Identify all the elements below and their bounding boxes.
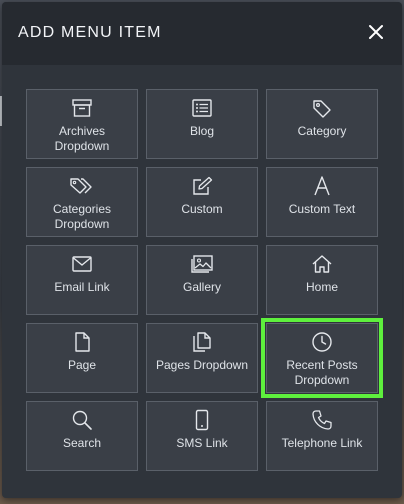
tile-custom[interactable]: Custom <box>146 167 258 237</box>
copy-documents-icon <box>193 332 211 352</box>
tile-label: Pages Dropdown <box>155 358 249 372</box>
tile-label: Blog <box>189 124 215 138</box>
tile-label: Page <box>67 358 97 372</box>
tile-label: Recent Posts Dropdown <box>286 358 358 387</box>
list-icon <box>192 99 212 117</box>
tile-archives-dropdown[interactable]: Archives Dropdown <box>26 89 138 159</box>
tags-icon <box>70 178 92 194</box>
tile-label: Email Link <box>54 280 110 294</box>
tile-label: Categories Dropdown <box>52 202 112 231</box>
archive-box-icon <box>72 99 92 117</box>
dialog-title: ADD MENU ITEM <box>18 24 162 41</box>
search-icon <box>72 410 92 430</box>
envelope-icon <box>72 256 92 272</box>
tile-home[interactable]: Home <box>266 245 378 315</box>
tile-custom-text[interactable]: Custom Text <box>266 167 378 237</box>
menu-item-grid: Archives Dropdown Blog Category Categori… <box>26 89 383 471</box>
tile-email-link[interactable]: Email Link <box>26 245 138 315</box>
tile-label: Archives Dropdown <box>54 124 110 153</box>
tile-label: Custom <box>181 202 223 216</box>
home-icon <box>312 255 332 273</box>
tile-gallery[interactable]: Gallery <box>146 245 258 315</box>
tile-label: SMS Link <box>176 436 228 450</box>
tile-page[interactable]: Page <box>26 323 138 393</box>
phone-icon <box>312 410 332 430</box>
mobile-phone-icon <box>195 409 209 431</box>
tile-blog[interactable]: Blog <box>146 89 258 159</box>
images-icon <box>191 255 213 273</box>
tile-recent-posts-dropdown[interactable]: Recent Posts Dropdown <box>261 318 383 398</box>
tile-search[interactable]: Search <box>26 401 138 471</box>
tile-telephone-link[interactable]: Telephone Link <box>266 401 378 471</box>
letter-a-icon <box>314 176 330 196</box>
tile-category[interactable]: Category <box>266 89 378 159</box>
tile-label: Gallery <box>182 280 221 294</box>
edit-square-icon <box>193 176 213 195</box>
tile-label: Telephone Link <box>281 436 363 450</box>
document-icon <box>75 332 90 352</box>
dialog-header: ADD MENU ITEM <box>2 2 402 65</box>
tile-label: Custom Text <box>288 202 356 216</box>
clock-icon <box>312 332 332 352</box>
tile-sms-link[interactable]: SMS Link <box>146 401 258 471</box>
close-button[interactable] <box>364 20 388 44</box>
tag-icon <box>313 100 331 118</box>
tile-label: Home <box>305 280 338 294</box>
tile-label: Category <box>297 124 347 138</box>
tile-categories-dropdown[interactable]: Categories Dropdown <box>26 167 138 237</box>
close-icon <box>369 25 383 39</box>
tile-pages-dropdown[interactable]: Pages Dropdown <box>146 323 258 393</box>
tile-label: Search <box>62 436 102 450</box>
add-menu-item-dialog: ADD MENU ITEM Archives Dropdown Blog Cat… <box>2 2 402 498</box>
